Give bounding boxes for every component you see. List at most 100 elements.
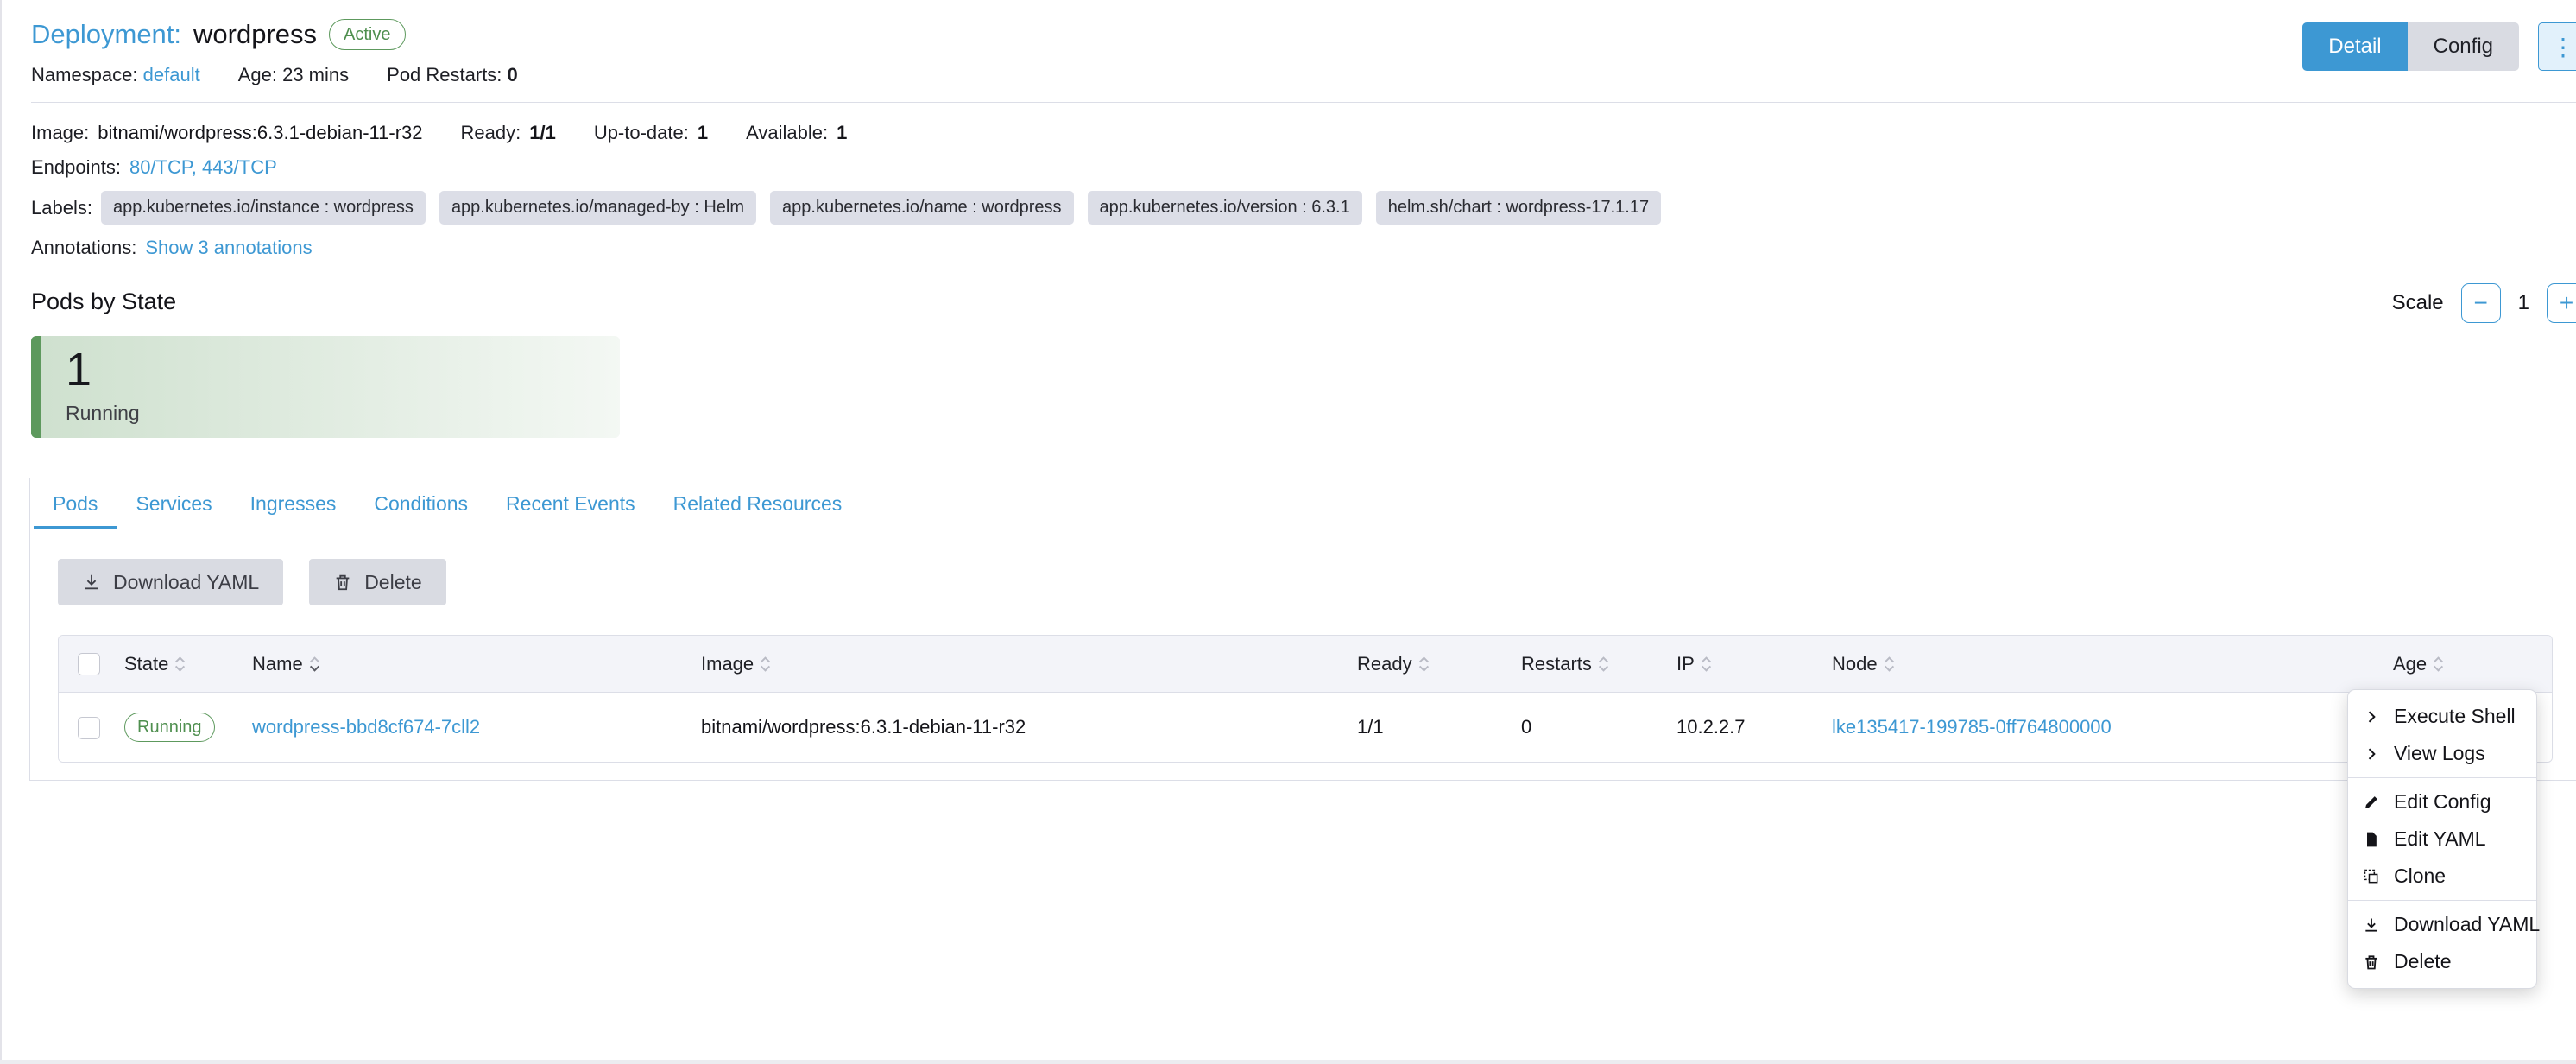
sort-icon[interactable] <box>1700 655 1713 674</box>
running-count: 1 <box>66 343 92 396</box>
file-icon <box>2363 831 2380 848</box>
sort-icon[interactable] <box>759 655 772 674</box>
resource-name: wordpress <box>193 19 317 50</box>
labels-line: Labels: app.kubernetes.io/instance : wor… <box>31 191 2576 225</box>
tab-strip: Pods Services Ingresses Conditions Recen… <box>30 478 2576 529</box>
header-actions: Detail Config ⋮ <box>2302 22 2576 71</box>
available-label: Available: <box>746 122 828 144</box>
header-kebab-menu-button[interactable]: ⋮ <box>2538 22 2576 71</box>
menu-label: Clone <box>2394 864 2446 888</box>
pod-restarts-label: Pod Restarts: <box>387 64 502 86</box>
chevron-right-icon <box>2363 708 2380 725</box>
label-badge: app.kubernetes.io/name : wordpress <box>770 191 1074 225</box>
menu-item-edit-config[interactable]: Edit Config <box>2348 783 2536 820</box>
endpoint-link-80[interactable]: 80/TCP <box>129 156 192 178</box>
endpoints-label: Endpoints: <box>31 156 121 179</box>
sort-icon[interactable] <box>1597 655 1610 674</box>
menu-item-edit-yaml[interactable]: Edit YAML <box>2348 820 2536 858</box>
select-all-checkbox[interactable] <box>78 653 100 675</box>
tab-conditions[interactable]: Conditions <box>355 478 487 529</box>
menu-item-execute-shell[interactable]: Execute Shell <box>2348 698 2536 735</box>
pod-restarts-value: 0 <box>508 64 518 86</box>
download-yaml-button[interactable]: Download YAML <box>58 559 283 605</box>
status-badge: Active <box>329 19 405 50</box>
label-badges: app.kubernetes.io/instance : wordpress a… <box>101 191 1661 225</box>
trash-icon <box>333 573 352 592</box>
menu-label: Download YAML <box>2394 913 2540 936</box>
menu-item-delete[interactable]: Delete <box>2348 943 2536 980</box>
menu-label: Delete <box>2394 950 2451 973</box>
namespace-label: Namespace: <box>31 64 138 86</box>
scale-control: Scale − 1 + <box>2392 283 2576 323</box>
column-age[interactable]: Age <box>2393 653 2427 675</box>
scale-down-button[interactable]: − <box>2461 283 2501 323</box>
endpoint-link-443[interactable]: 443/TCP <box>192 156 277 178</box>
label-badge: helm.sh/chart : wordpress-17.1.17 <box>1376 191 1661 225</box>
image-value: bitnami/wordpress:6.3.1-debian-11-r32 <box>98 122 422 144</box>
tab-recent-events[interactable]: Recent Events <box>487 478 654 529</box>
tab-related-resources[interactable]: Related Resources <box>654 478 862 529</box>
column-name[interactable]: Name <box>252 653 303 675</box>
column-ip[interactable]: IP <box>1676 653 1695 675</box>
tab-services[interactable]: Services <box>117 478 230 529</box>
tab-pods[interactable]: Pods <box>34 478 117 529</box>
download-icon <box>2363 916 2380 934</box>
ready-label: Ready: <box>461 122 521 144</box>
column-restarts[interactable]: Restarts <box>1521 653 1592 675</box>
ready-value: 1/1 <box>529 122 556 144</box>
row-select-checkbox[interactable] <box>78 717 100 739</box>
menu-divider <box>2348 900 2536 901</box>
sort-icon[interactable] <box>1417 655 1430 674</box>
pod-actions-context-menu: Execute Shell View Logs Edit Config Edit… <box>2347 689 2537 989</box>
config-view-button[interactable]: Config <box>2408 22 2519 71</box>
pods-by-state-title: Pods by State <box>31 288 2576 315</box>
uptodate-value: 1 <box>698 122 708 144</box>
deployment-detail-page: Deployment: wordpress Active Detail Conf… <box>0 0 2576 1064</box>
sort-icon[interactable] <box>1883 655 1896 674</box>
namespace-meta: Namespace: default <box>31 64 200 86</box>
column-state[interactable]: State <box>124 653 168 675</box>
kebab-menu-icon: ⋮ <box>2551 33 2575 61</box>
menu-label: Edit Config <box>2394 790 2491 814</box>
trash-icon <box>2363 953 2380 971</box>
column-ready[interactable]: Ready <box>1357 653 1412 675</box>
label-badge: app.kubernetes.io/version : 6.3.1 <box>1088 191 1362 225</box>
tab-ingresses[interactable]: Ingresses <box>231 478 356 529</box>
age-meta: Age: 23 mins <box>238 64 349 86</box>
column-image[interactable]: Image <box>701 653 754 675</box>
menu-item-view-logs[interactable]: View Logs <box>2348 735 2536 772</box>
image-status-line: Image: bitnami/wordpress:6.3.1-debian-11… <box>31 122 2576 144</box>
pods-tab-panel: Download YAML Delete <box>30 529 2576 780</box>
chevron-right-icon <box>2363 745 2380 763</box>
pod-name-link[interactable]: wordpress-bbd8cf674-7cll2 <box>252 716 480 738</box>
pods-by-state-section: Pods by State Scale − 1 + 1 Running <box>31 288 2576 438</box>
delete-button[interactable]: Delete <box>309 559 445 605</box>
bottom-scrollbar-track[interactable] <box>0 1060 2576 1064</box>
available-value: 1 <box>837 122 847 144</box>
menu-item-download-yaml[interactable]: Download YAML <box>2348 906 2536 943</box>
scale-value: 1 <box>2518 291 2529 315</box>
pods-table: State Name Image Ready Restarts IP Node … <box>58 635 2553 763</box>
sort-icon[interactable] <box>174 655 186 674</box>
show-annotations-link[interactable]: Show 3 annotations <box>145 237 312 259</box>
endpoints-line: Endpoints: 80/TCP443/TCP <box>31 156 2576 179</box>
scale-up-button[interactable]: + <box>2547 283 2576 323</box>
table-row: Running wordpress-bbd8cf674-7cll2 bitnam… <box>59 693 2552 762</box>
pod-image: bitnami/wordpress:6.3.1-debian-11-r32 <box>701 716 1026 738</box>
menu-label: View Logs <box>2394 742 2485 765</box>
detail-view-button[interactable]: Detail <box>2302 22 2407 71</box>
sort-icon-active[interactable] <box>308 655 321 674</box>
delete-label: Delete <box>364 571 421 594</box>
bulk-actions-toolbar: Download YAML Delete <box>58 559 2553 605</box>
download-icon <box>82 573 101 592</box>
resource-meta: Namespace: default Age: 23 mins Pod Rest… <box>31 64 2576 86</box>
pod-restarts-meta: Pod Restarts: 0 <box>387 64 518 86</box>
column-node[interactable]: Node <box>1832 653 1878 675</box>
pod-ready: 1/1 <box>1357 716 1384 738</box>
pod-node-link[interactable]: lke135417-199785-0ff764800000 <box>1832 716 2112 738</box>
namespace-link[interactable]: default <box>143 64 200 86</box>
menu-item-clone[interactable]: Clone <box>2348 858 2536 895</box>
sort-icon[interactable] <box>2432 655 2445 674</box>
download-yaml-label: Download YAML <box>113 571 259 594</box>
page-title: Deployment: wordpress Active <box>31 19 2576 50</box>
